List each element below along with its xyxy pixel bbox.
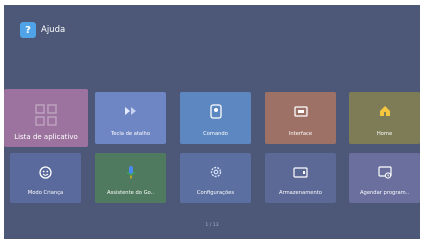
- home-icon: [377, 103, 393, 119]
- help-screen: ? Ajuda Lista de aplicativo Tecla de ata…: [4, 5, 420, 239]
- shortcut-key-icon: [123, 103, 139, 119]
- interface-icon: [293, 103, 309, 119]
- tile-label: Armazenamento: [279, 190, 322, 196]
- tile-label: Agendar program..: [359, 190, 409, 196]
- storage-icon: [293, 164, 309, 180]
- tile-label: Assistente do Go..: [106, 190, 154, 196]
- question-icon: ?: [20, 22, 36, 38]
- tile-label: Home: [376, 131, 393, 137]
- tile-app-list[interactable]: Lista de aplicativo: [4, 89, 88, 147]
- settings-icon: [208, 164, 224, 180]
- tile-label: Lista de aplicativo: [14, 133, 78, 141]
- tile-command[interactable]: Comando: [180, 92, 251, 144]
- tile-settings[interactable]: Configurações: [180, 153, 251, 203]
- tile-storage[interactable]: Armazenamento: [265, 153, 336, 203]
- tile-home[interactable]: Home: [349, 92, 420, 144]
- page-indicator: 1 / 13: [205, 223, 219, 228]
- header: ? Ajuda: [20, 22, 65, 38]
- tile-label: Configurações: [196, 190, 235, 196]
- tile-shortcut-key[interactable]: Tecla de atalho: [95, 92, 166, 144]
- tile-label: Modo Criança: [27, 190, 64, 196]
- tile-google-assistant[interactable]: Assistente do Go..: [95, 153, 166, 203]
- tile-label: Interface: [288, 131, 313, 137]
- child-mode-icon: [38, 164, 54, 180]
- tile-interface[interactable]: Interface: [265, 92, 336, 144]
- tile-schedule-program[interactable]: Agendar program..: [349, 153, 420, 203]
- schedule-program-icon: [377, 164, 393, 180]
- apps-grid-icon: [35, 104, 57, 126]
- tile-label: Comando: [203, 131, 228, 137]
- google-assistant-icon: [123, 164, 139, 180]
- tile-label: Tecla de atalho: [110, 131, 151, 137]
- page-title: Ajuda: [41, 25, 66, 35]
- remote-command-icon: [208, 103, 224, 119]
- tile-child-mode[interactable]: Modo Criança: [10, 153, 81, 203]
